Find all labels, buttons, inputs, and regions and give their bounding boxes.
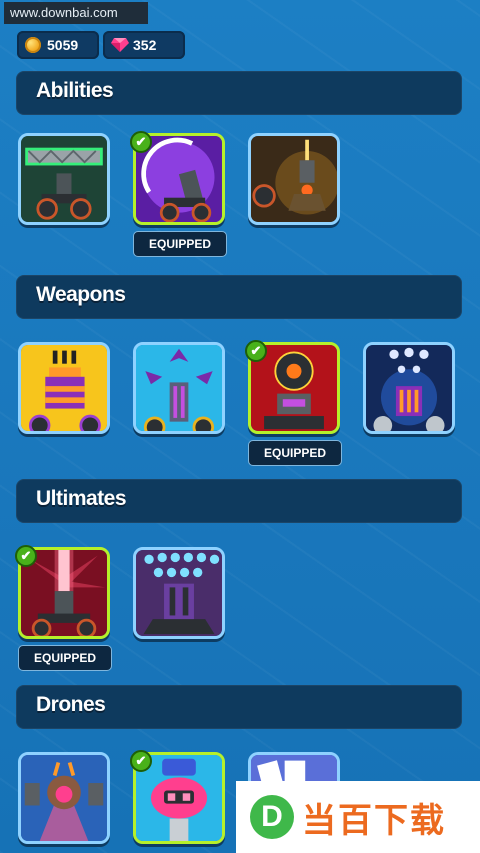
- orb-drone-art: [21, 755, 107, 841]
- shield-cannon-art: [21, 136, 107, 222]
- weapon-card-triple-rocket[interactable]: [18, 342, 110, 434]
- equipped-check-icon: ✔: [15, 545, 37, 567]
- section-title: Abilities: [36, 79, 114, 102]
- equipped-label: EQUIPPED: [248, 440, 342, 466]
- missile-swarm-art: [136, 550, 222, 636]
- ultimate-card-missile-swarm[interactable]: [133, 547, 225, 639]
- equipped-label: EQUIPPED: [18, 645, 112, 671]
- weapon-card-bubble-launcher[interactable]: [363, 342, 455, 434]
- gem-counter: 352: [103, 31, 185, 59]
- watermark-text: 当百下载: [302, 800, 446, 841]
- weapon-card-boomerang[interactable]: [133, 342, 225, 434]
- ability-card-shield-cannon[interactable]: [18, 133, 110, 225]
- flame-turret-art: [251, 136, 337, 222]
- bubble-launcher-art: [366, 345, 452, 431]
- equipped-check-icon: ✔: [130, 131, 152, 153]
- watermark-logo-icon: D: [250, 795, 294, 839]
- triple-rocket-art: [21, 345, 107, 431]
- section-ultimates: Ultimates: [16, 479, 462, 523]
- coin-amount: 5059: [47, 37, 79, 53]
- coin-icon: [25, 37, 41, 53]
- section-weapons: Weapons: [16, 275, 462, 319]
- ability-card-flame-turret[interactable]: [248, 133, 340, 225]
- watermark-logo-banner: D 当百下载: [236, 781, 480, 853]
- gem-amount: 352: [133, 37, 157, 53]
- section-abilities: Abilities: [16, 71, 462, 115]
- equipped-label: EQUIPPED: [133, 231, 227, 257]
- equipped-check-icon: ✔: [245, 340, 267, 362]
- section-title: Ultimates: [36, 487, 127, 510]
- site-watermark: www.downbai.com: [4, 2, 148, 24]
- boomerang-art: [136, 345, 222, 431]
- equipped-check-icon: ✔: [130, 750, 152, 772]
- drone-card-orb-drone[interactable]: [18, 752, 110, 844]
- section-drones: Drones: [16, 685, 462, 729]
- coin-counter: 5059: [17, 31, 99, 59]
- section-title: Drones: [36, 693, 106, 716]
- gem-icon: [111, 37, 129, 53]
- section-title: Weapons: [36, 283, 126, 306]
